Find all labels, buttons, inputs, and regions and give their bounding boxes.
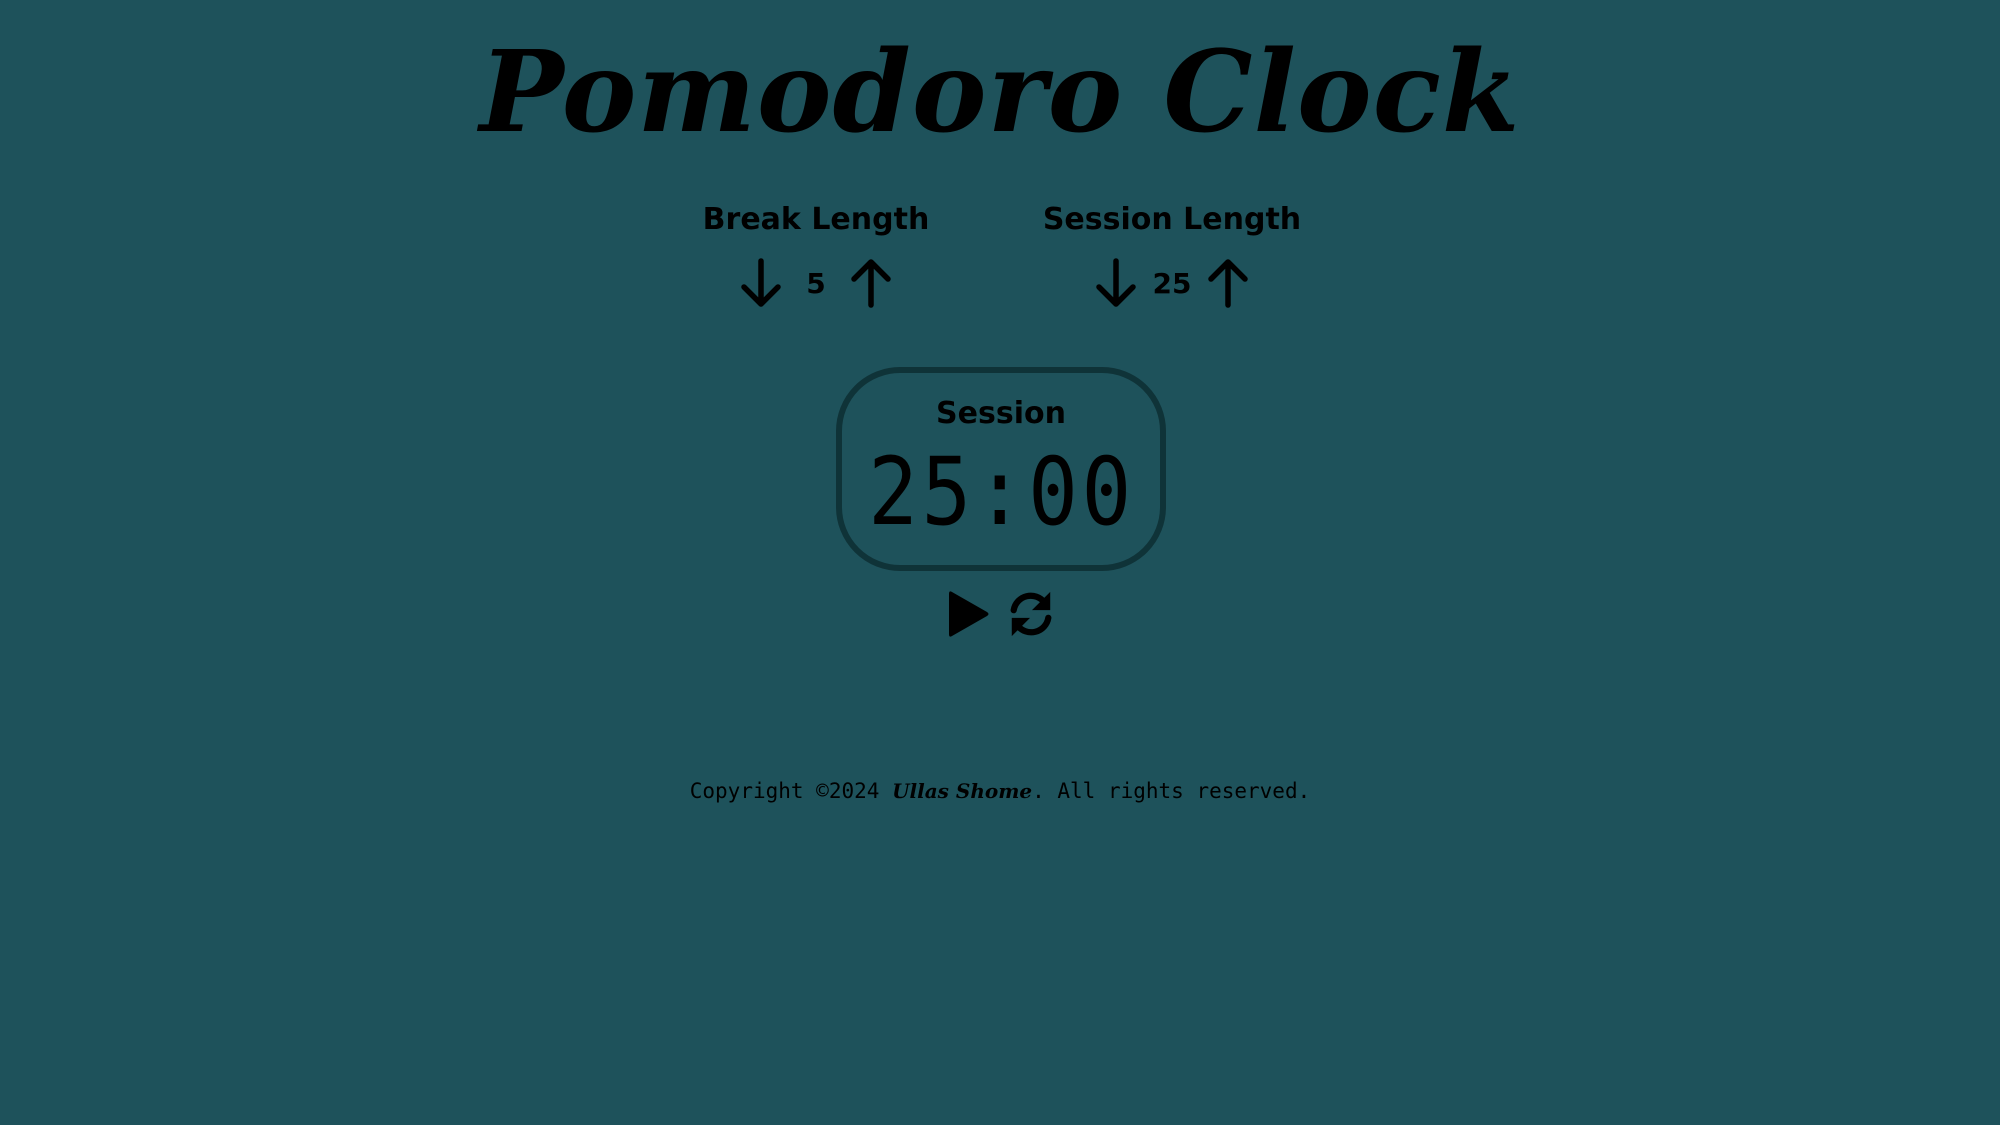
- break-decrement-button[interactable]: [738, 256, 784, 310]
- play-icon: [949, 591, 989, 637]
- arrow-down-icon: [1095, 258, 1136, 307]
- break-length-value: 5: [806, 266, 826, 300]
- arrow-up-icon: [851, 259, 891, 308]
- session-length-label: Session Length: [1042, 202, 1302, 237]
- timer-controls: [0, 584, 2000, 644]
- refresh-icon: [1010, 591, 1052, 637]
- break-length-controls: 5: [636, 256, 996, 310]
- footer-copyright: Copyright ©2024 Ullas Shome. All rights …: [0, 776, 2000, 806]
- author-link[interactable]: Ullas Shome: [892, 779, 1032, 803]
- start-stop-button[interactable]: [943, 584, 995, 644]
- session-length-panel: Session Length 25: [992, 196, 1352, 310]
- timer-label: Session: [936, 396, 1066, 431]
- arrow-up-icon: [1208, 259, 1249, 308]
- break-length-panel: Break Length 5: [636, 196, 996, 310]
- reset-button[interactable]: [1005, 584, 1057, 644]
- session-decrement-button[interactable]: [1093, 256, 1139, 310]
- session-increment-button[interactable]: [1205, 256, 1251, 310]
- session-length-value: 25: [1152, 266, 1192, 300]
- page-title: Pomodoro Clock: [479, 27, 1521, 158]
- timer-display-panel: Session 25:00: [836, 367, 1166, 571]
- break-length-label: Break Length: [702, 202, 930, 237]
- break-increment-button[interactable]: [848, 256, 894, 310]
- copyright-text: Copyright ©2024: [689, 779, 880, 803]
- timer-time: 25:00: [867, 438, 1135, 547]
- arrow-down-icon: [741, 258, 781, 307]
- rights-text: . All rights reserved.: [1032, 779, 1311, 803]
- session-length-controls: 25: [992, 256, 1352, 310]
